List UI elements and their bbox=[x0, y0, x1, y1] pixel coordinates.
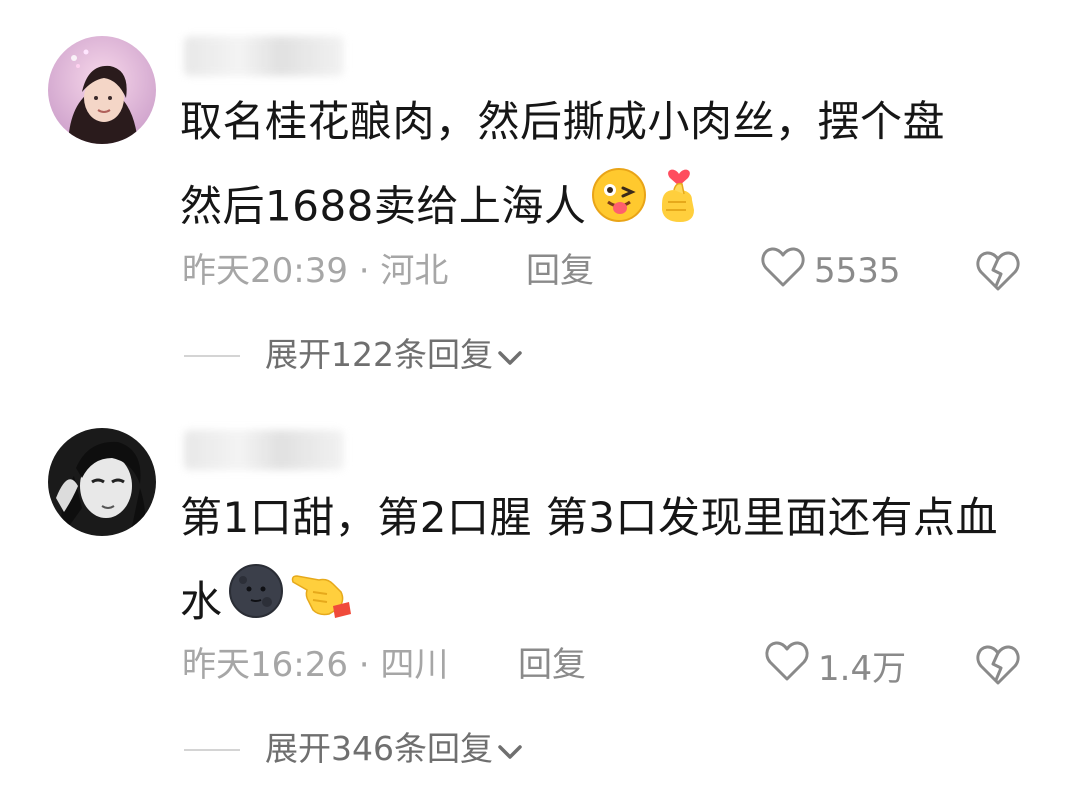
avatar[interactable] bbox=[48, 428, 156, 536]
like-button[interactable]: 1.4万 bbox=[764, 640, 906, 690]
timestamp-location: 昨天20:39 · 河北 bbox=[182, 251, 449, 291]
reply-button[interactable]: 回复 bbox=[526, 246, 594, 296]
chevron-down-icon bbox=[497, 726, 523, 776]
comment-text-line: 然后1688卖给上海人 bbox=[180, 164, 1040, 254]
like-count: 5535 bbox=[814, 251, 901, 291]
timestamp-location: 昨天16:26 · 四川 bbox=[182, 645, 449, 685]
broken-heart-icon[interactable] bbox=[974, 248, 1022, 301]
divider-line bbox=[184, 749, 240, 751]
comment-meta: 昨天16:26 · 四川 回复 1.4万 bbox=[0, 640, 1080, 690]
like-count: 1.4万 bbox=[818, 648, 907, 689]
reply-button[interactable]: 回复 bbox=[518, 640, 586, 690]
dark-moon-face-emoji-icon bbox=[227, 562, 285, 648]
broken-heart-icon[interactable] bbox=[974, 642, 1022, 695]
expand-replies[interactable]: 展开122条回复 bbox=[0, 330, 1080, 380]
comment-text-line: 取名桂花酿肉，然后撕成小肉丝，摆个盘 bbox=[180, 97, 946, 146]
finger-heart-emoji-icon bbox=[652, 164, 706, 254]
username[interactable] bbox=[184, 430, 344, 470]
comment-item: 取名桂花酿肉，然后撕成小肉丝，摆个盘 然后1688卖给上海人 昨天20:39 ·… bbox=[0, 0, 1080, 400]
comment-text-line: 水 bbox=[180, 560, 1040, 648]
avatar[interactable] bbox=[48, 36, 156, 144]
like-button[interactable]: 5535 bbox=[760, 246, 901, 296]
username[interactable] bbox=[184, 36, 344, 76]
tongue-wink-emoji-icon bbox=[590, 166, 648, 252]
comment-meta: 昨天20:39 · 河北 回复 5535 bbox=[0, 246, 1080, 296]
heart-icon bbox=[764, 640, 810, 691]
comment-text: 取名桂花酿肉，然后撕成小肉丝，摆个盘 然后1688卖给上海人 bbox=[180, 80, 1040, 254]
comment-text-line: 第1口甜，第2口腥 第3口发现里面还有点血 bbox=[180, 493, 999, 542]
comment-text: 第1口甜，第2口腥 第3口发现里面还有点血 水 bbox=[180, 476, 1040, 648]
expand-replies-label[interactable]: 展开346条回复 bbox=[265, 724, 523, 776]
divider-line bbox=[184, 355, 240, 357]
pointing-hand-emoji-icon bbox=[289, 562, 353, 648]
expand-replies[interactable]: 展开346条回复 bbox=[0, 724, 1080, 774]
comment-item: 第1口甜，第2口腥 第3口发现里面还有点血 水 昨天16:26 · 四川 回复 … bbox=[0, 400, 1080, 792]
expand-replies-label[interactable]: 展开122条回复 bbox=[265, 330, 523, 382]
chevron-down-icon bbox=[497, 332, 523, 382]
heart-icon bbox=[760, 246, 806, 297]
